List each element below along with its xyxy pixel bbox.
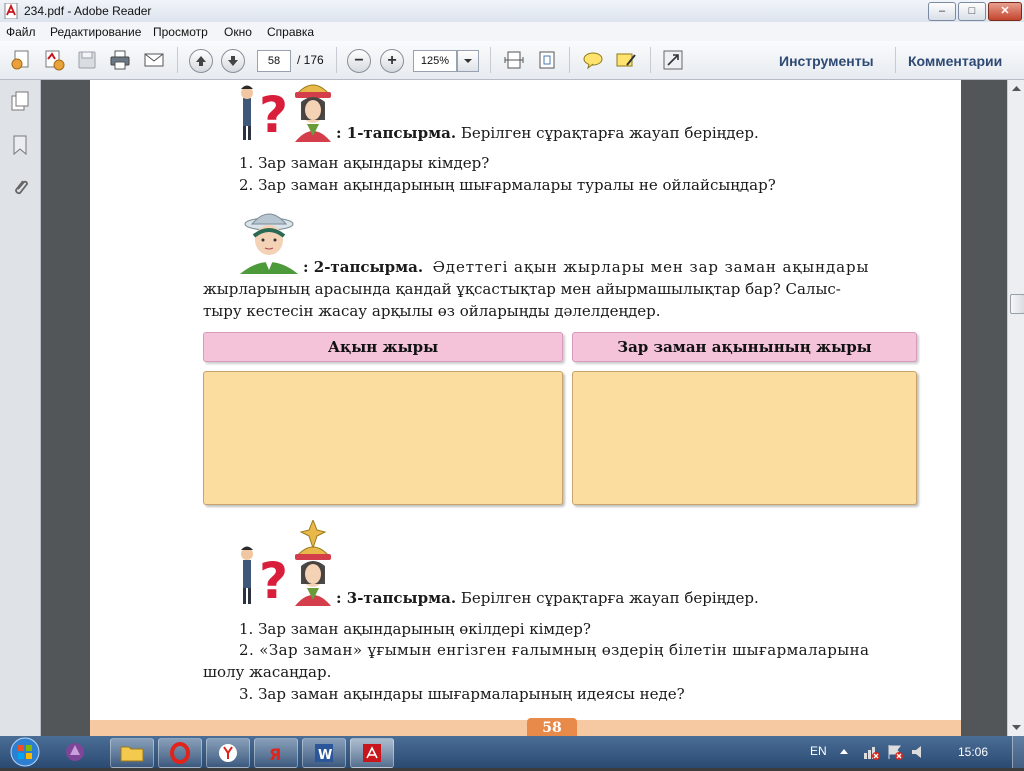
create-pdf-icon[interactable] <box>10 49 32 71</box>
close-button[interactable]: ✕ <box>988 2 1022 21</box>
menu-window[interactable]: Окно <box>224 25 252 39</box>
scroll-thumb[interactable] <box>1010 294 1024 314</box>
task1-question-1: 1. Зар заман ақындары кімдер? <box>239 154 490 172</box>
full-screen-icon[interactable] <box>662 49 684 71</box>
zoom-in-button[interactable]: + <box>380 49 404 73</box>
fit-page-icon[interactable] <box>536 49 558 71</box>
svg-text:?: ? <box>259 552 288 606</box>
task3-title: 3-тапсырма. <box>346 589 457 607</box>
minimize-button[interactable]: – <box>928 2 956 21</box>
fit-width-icon[interactable] <box>503 49 525 71</box>
task3-line-4: 3. Зар заман ақындары шығармаларының иде… <box>239 685 685 703</box>
start-button[interactable] <box>3 736 47 768</box>
toolbar-divider <box>895 47 896 73</box>
page-number-input[interactable]: 58 <box>257 50 291 72</box>
taskbar-explorer-button[interactable] <box>110 738 154 768</box>
print-icon[interactable] <box>109 49 131 71</box>
toolbar-divider <box>569 47 570 73</box>
task2-line-2: жырларының арасында қандай ұқсастықтар м… <box>203 280 841 298</box>
menu-bar: Файл Редактирование Просмотр Окно Справк… <box>0 22 1024 41</box>
task3-prefix: : <box>336 589 347 607</box>
task3-line-3: шолу жасаңдар. <box>203 663 332 681</box>
scroll-up-arrow[interactable] <box>1008 80 1024 97</box>
svg-text:?: ? <box>259 86 288 142</box>
task2-line-3: тыру кестесін жасау арқылы өз ойларыңды … <box>203 302 661 320</box>
window-title: 234.pdf - Adobe Reader <box>24 4 152 18</box>
save-icon[interactable] <box>76 49 98 71</box>
show-hidden-icons-arrow[interactable] <box>838 746 850 761</box>
clock[interactable]: 15:06 <box>958 745 988 759</box>
highlight-icon[interactable] <box>615 49 637 71</box>
navigation-pane <box>0 80 41 736</box>
toolbar-divider <box>650 47 651 73</box>
menu-edit[interactable]: Редактирование <box>50 25 141 39</box>
page-thumbnails-icon[interactable] <box>9 90 31 115</box>
previous-page-button[interactable] <box>189 49 213 73</box>
comment-icon[interactable] <box>582 49 604 71</box>
combine-files-icon[interactable] <box>43 49 65 71</box>
svg-text:Я: Я <box>269 745 281 764</box>
comments-pane-button[interactable]: Комментарии <box>908 53 1002 69</box>
network-icon[interactable] <box>862 743 880 764</box>
email-icon[interactable] <box>143 49 165 71</box>
toolbar-divider <box>177 47 178 73</box>
boy-question-girl-illustration-2: ? <box>235 518 335 610</box>
task3-line-2: 2. «Зар заман» ұғымын енгізген ғалымның … <box>239 641 870 659</box>
attachments-icon[interactable] <box>9 176 31 201</box>
menu-file[interactable]: Файл <box>6 25 36 39</box>
toolbar: 58 / 176 − + 125% Инструменты Комментари… <box>0 41 1024 80</box>
table-header-zar-zaman: Зар заман ақынының жыры <box>572 332 917 362</box>
vertical-scrollbar[interactable] <box>1007 80 1024 736</box>
page-footer-number: 58 <box>542 720 562 736</box>
windows-taskbar: Я W EN 15:06 <box>0 736 1024 768</box>
task2-text-1: Әдеттегі ақын жырлары мен зар заман ақын… <box>432 258 870 276</box>
task1-text: Берілген сұрақтарға жауап беріңдер. <box>460 124 759 142</box>
page-footer-band <box>90 720 961 736</box>
toolbar-divider <box>336 47 337 73</box>
title-bar: 234.pdf - Adobe Reader – □ ✕ <box>0 0 1024 22</box>
bookmarks-icon[interactable] <box>9 134 31 159</box>
show-desktop-button[interactable] <box>1012 736 1024 768</box>
man-in-hat-illustration <box>238 210 300 274</box>
task1-question-2: 2. Зар заман ақындарының шығармалары тур… <box>239 176 776 194</box>
zoom-dropdown-button[interactable] <box>457 50 479 72</box>
pdf-page: ? : 1-тапсырма. Берілген сұрақтарға жауа… <box>90 80 961 736</box>
zoom-out-button[interactable]: − <box>347 49 371 73</box>
taskbar-yandex-button[interactable]: Я <box>254 738 298 768</box>
tools-pane-button[interactable]: Инструменты <box>779 53 874 69</box>
task1-prefix: : <box>336 124 347 142</box>
taskbar-adobe-reader-button[interactable] <box>350 738 394 768</box>
task3-heading: : 3-тапсырма. Берілген сұрақтарға жауап … <box>336 589 759 607</box>
task3-text: Берілген сұрақтарға жауап беріңдер. <box>460 589 759 607</box>
zoom-level-select[interactable]: 125% <box>413 50 457 72</box>
table-header-akyn-zhyry: Ақын жыры <box>203 332 563 362</box>
menu-view[interactable]: Просмотр <box>153 25 208 39</box>
toolbar-divider <box>490 47 491 73</box>
tor-browser-icon[interactable] <box>64 741 86 763</box>
table-cell-right <box>572 371 917 505</box>
task1-title: 1-тапсырма. <box>346 124 457 142</box>
flag-icon[interactable] <box>886 743 904 764</box>
task2-line-1: : 2-тапсырма. Әдеттегі ақын жырлары мен … <box>303 258 869 276</box>
table-cell-left <box>203 371 563 505</box>
next-page-button[interactable] <box>221 49 245 73</box>
pdf-app-icon <box>4 2 18 20</box>
language-indicator[interactable]: EN <box>810 744 827 758</box>
taskbar-word-button[interactable]: W <box>302 738 346 768</box>
page-total: / 176 <box>297 53 324 67</box>
task1-heading: : 1-тапсырма. Берілген сұрақтарға жауап … <box>336 124 759 142</box>
menu-help[interactable]: Справка <box>267 25 314 39</box>
task2-title: 2-тапсырма. <box>313 258 424 276</box>
task2-prefix: : <box>303 258 314 276</box>
speaker-icon[interactable] <box>910 743 928 764</box>
document-viewport[interactable]: ? : 1-тапсырма. Берілген сұрақтарға жауа… <box>41 80 1007 736</box>
svg-text:W: W <box>318 748 332 763</box>
scroll-down-arrow[interactable] <box>1008 719 1024 736</box>
boy-question-girl-illustration: ? <box>235 80 335 144</box>
taskbar-opera-button[interactable] <box>158 738 202 768</box>
taskbar-yandex-browser-button[interactable] <box>206 738 250 768</box>
maximize-button[interactable]: □ <box>958 2 986 21</box>
task3-line-1: 1. Зар заман ақындарының өкілдері кімдер… <box>239 620 591 638</box>
